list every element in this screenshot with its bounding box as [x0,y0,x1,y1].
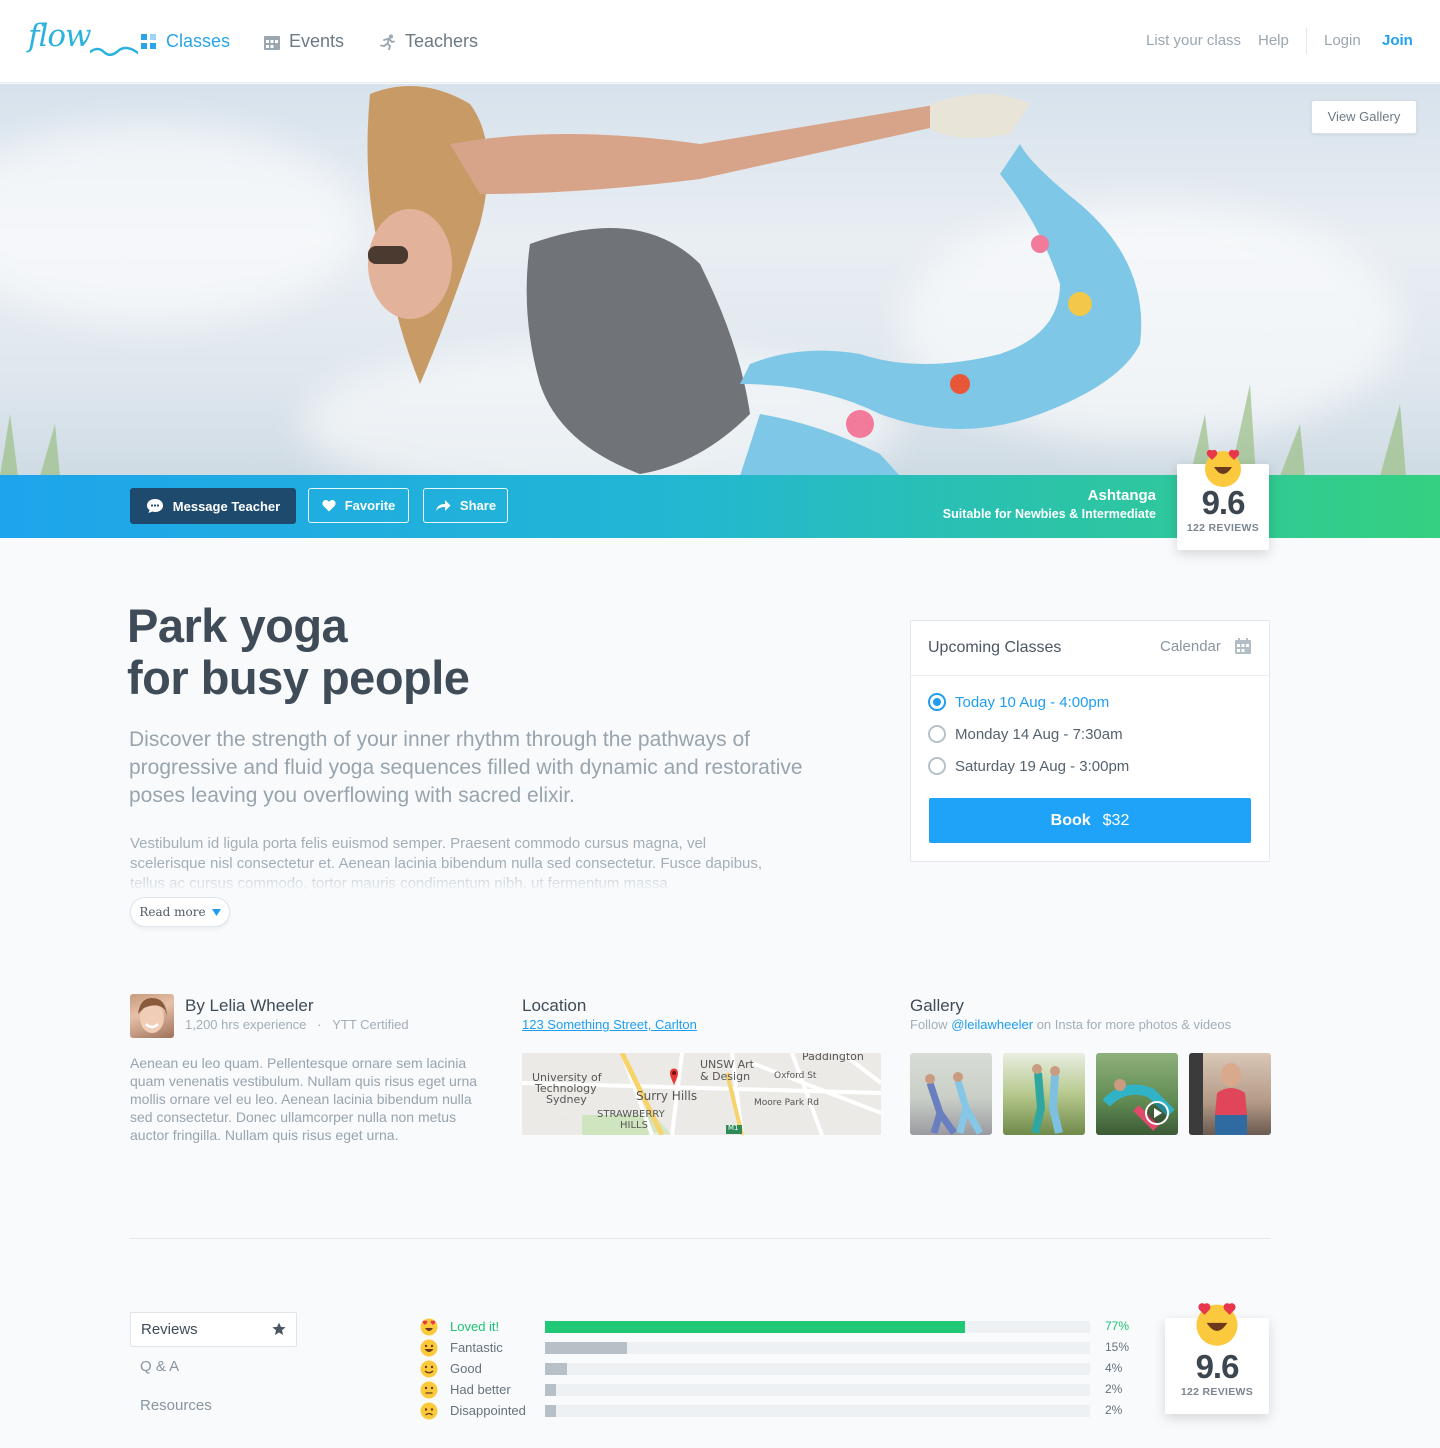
class-slot[interactable]: Today 10 Aug - 4:00pm [928,693,1109,711]
teacher-bio: Aenean eu leo quam. Pellentesque ornare … [130,1055,478,1143]
tab-resources[interactable]: Resources [130,1397,212,1414]
teacher-name[interactable]: By Lelia Wheeler [185,996,314,1016]
share-button[interactable]: Share [423,488,508,523]
radio-unselected[interactable] [928,725,946,743]
teacher-photo [138,998,167,1033]
message-teacher-button[interactable]: Message Teacher [130,488,296,524]
top-nav: flow Classes Events Teachers List your c… [0,0,1440,83]
gallery-title: Gallery [910,996,964,1015]
gallery-photo [925,1072,984,1135]
gallery-photo [1189,1053,1247,1135]
nav-classes[interactable]: Classes [141,31,230,52]
logo-swoosh [90,46,138,56]
join-link[interactable]: Join [1382,32,1413,49]
section-divider [130,1238,1270,1239]
gallery-video-thumb[interactable] [1096,1053,1178,1135]
location-title: Location [522,996,587,1015]
heart-eyes-icon [1205,449,1241,487]
rating-track [545,1363,1090,1375]
gallery-photo [1031,1064,1063,1134]
gallery-thumb[interactable] [1189,1053,1271,1135]
rating-row: Disappointed 2% [420,1402,1130,1420]
score-value: 9.6 [1201,484,1246,521]
class-lead: Discover the strength of your inner rhyt… [129,728,803,807]
rating-fill [545,1321,965,1333]
score-value: 9.6 [1195,1348,1240,1385]
gallery-thumb[interactable] [910,1053,992,1135]
instagram-handle-link[interactable]: @leilawheeler [951,1017,1033,1032]
grid-icon [141,33,156,49]
teacher-meta: 1,200 hrs experience · YTT Certified [185,1017,409,1032]
play-icon[interactable] [1144,1100,1170,1126]
rating-fill [545,1384,556,1396]
class-level: Suitable for Newbies & Intermediate [942,507,1156,521]
rating-track [545,1405,1090,1417]
upcoming-classes-panel: Upcoming Classes Calendar Today 10 Aug -… [910,620,1270,862]
chat-bubble-icon [146,499,163,513]
calendar-icon [264,35,280,50]
rating-track [545,1321,1090,1333]
radio-unselected[interactable] [928,757,946,775]
review-count: 122 REVIEWS [1186,522,1260,534]
book-button[interactable]: Book $32 [929,798,1251,843]
read-more-button[interactable]: Read more [130,897,230,927]
rating-fill [545,1342,627,1354]
teacher-avatar[interactable] [130,994,174,1038]
disappointed-face-icon [420,1402,438,1420]
rating-fill [545,1405,556,1417]
class-slot[interactable]: Saturday 19 Aug - 3:00pm [928,757,1129,775]
page-title-line1: Park yoga [127,599,348,652]
favorite-button[interactable]: Favorite [308,488,409,523]
heart-eyes-icon [420,1318,438,1336]
nav-events[interactable]: Events [264,31,344,52]
location-address[interactable]: 123 Something Street, Carlton [522,1017,697,1032]
help-link[interactable]: Help [1258,32,1289,49]
caret-down-icon [211,908,221,916]
nav-teachers[interactable]: Teachers [380,31,478,52]
class-style: Ashtanga [1087,487,1156,504]
grinning-face-icon [420,1339,438,1357]
smiling-face-icon [420,1360,438,1378]
rating-track [545,1384,1090,1396]
star-icon [272,1322,286,1335]
class-slot[interactable]: Monday 14 Aug - 7:30am [928,725,1123,743]
share-arrow-icon [435,500,451,511]
heart-eyes-icon [1196,1303,1238,1346]
rating-row: Fantastic 15% [420,1339,1130,1357]
rating-track [545,1342,1090,1354]
heart-icon [322,500,336,512]
runner-icon [380,34,395,50]
hero-image [0,84,1440,476]
yoga-pose-illustration [0,86,1406,476]
location-map[interactable]: Paddington UNSW Art & Design University … [522,1053,881,1135]
gallery-thumb[interactable] [1003,1053,1085,1135]
upcoming-header: Upcoming Classes Calendar [911,621,1269,676]
review-count: 122 REVIEWS [1180,1386,1254,1398]
gallery-follow: Follow @leilawheeler on Insta for more p… [910,1017,1232,1032]
login-link[interactable]: Login [1324,32,1361,49]
view-gallery-button[interactable]: View Gallery [1311,100,1417,134]
list-class-link[interactable]: List your class [1146,32,1241,49]
rating-row: Good 4% [420,1360,1130,1378]
rating-row: Loved it! 77% [420,1318,1130,1336]
calendar-link[interactable]: Calendar [1160,638,1221,655]
rating-fill [545,1363,567,1375]
rating-row: Had better 2% [420,1381,1130,1399]
page-title-line2: for busy people [127,651,470,704]
flow-logo[interactable]: flow [28,18,138,56]
nav-divider [1306,28,1307,54]
calendar-icon[interactable] [1235,638,1251,654]
radio-selected[interactable] [928,693,946,711]
tab-reviews[interactable]: Reviews [130,1312,297,1347]
neutral-face-icon [420,1381,438,1399]
upcoming-title: Upcoming Classes [928,639,1062,656]
tab-qa[interactable]: Q & A [130,1358,179,1375]
description-fade [130,866,790,892]
